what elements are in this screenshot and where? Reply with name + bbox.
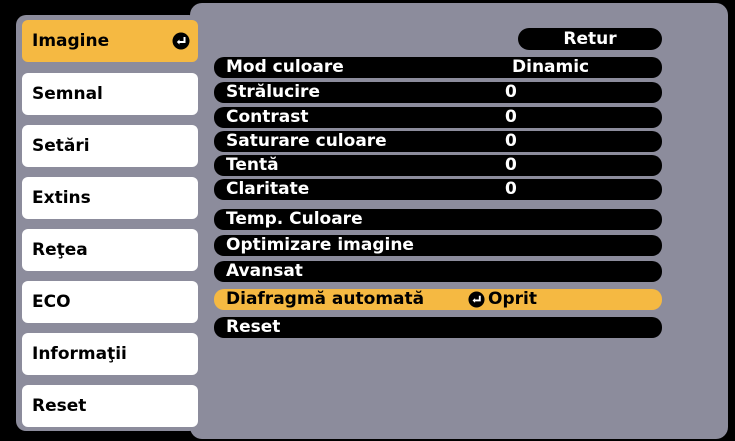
enter-icon xyxy=(468,291,485,308)
projector-menu-screen: Imagine Semnal Setări Extins Reţea ECO I… xyxy=(0,0,735,441)
sidebar-item-extins[interactable]: Extins xyxy=(22,177,198,219)
menu-row-value: 0 xyxy=(505,107,517,127)
sidebar-item-label: Extins xyxy=(32,188,91,208)
menu-row-label: Claritate xyxy=(226,179,310,199)
menu-row-mod-culoare[interactable]: Mod culoare Dinamic xyxy=(214,57,662,78)
menu-row-diafragma-automata[interactable]: Diafragmă automată Oprit xyxy=(214,289,662,310)
menu-row-label: Tentă xyxy=(226,155,279,175)
sidebar-item-label: Setări xyxy=(32,136,90,156)
menu-row-label: Reset xyxy=(226,317,281,337)
menu-row-saturare-culoare[interactable]: Saturare culoare 0 xyxy=(214,131,662,152)
menu-row-reset[interactable]: Reset xyxy=(214,317,662,338)
sidebar-item-imagine[interactable]: Imagine xyxy=(22,20,198,62)
back-button[interactable]: Retur xyxy=(518,28,662,50)
sidebar-item-informatii[interactable]: Informaţii xyxy=(22,333,198,375)
menu-row-claritate[interactable]: Claritate 0 xyxy=(214,179,662,200)
sidebar-item-label: Semnal xyxy=(32,84,103,104)
menu-row-value: 0 xyxy=(505,82,517,102)
menu-row-stralucire[interactable]: Strălucire 0 xyxy=(214,82,662,103)
menu-row-value: 0 xyxy=(505,179,517,199)
sidebar-item-label: Reţea xyxy=(32,240,88,260)
sidebar-item-label: Imagine xyxy=(32,31,110,51)
menu-row-label: Contrast xyxy=(226,107,309,127)
sidebar-item-reset[interactable]: Reset xyxy=(22,385,198,427)
menu-row-value: 0 xyxy=(505,155,517,175)
menu-row-label: Strălucire xyxy=(226,82,320,102)
sidebar-item-setari[interactable]: Setări xyxy=(22,125,198,167)
sidebar-item-semnal[interactable]: Semnal xyxy=(22,73,198,115)
menu-row-contrast[interactable]: Contrast 0 xyxy=(214,107,662,128)
sidebar-item-eco[interactable]: ECO xyxy=(22,281,198,323)
menu-row-value: Dinamic xyxy=(512,57,590,77)
enter-icon xyxy=(172,32,190,50)
menu-row-tenta[interactable]: Tentă 0 xyxy=(214,155,662,176)
menu-row-label: Saturare culoare xyxy=(226,131,387,151)
menu-row-temp-culoare[interactable]: Temp. Culoare xyxy=(214,209,662,230)
menu-row-value: 0 xyxy=(505,131,517,151)
menu-row-optimizare-imagine[interactable]: Optimizare imagine xyxy=(214,235,662,256)
menu-row-label: Diafragmă automată xyxy=(226,289,425,309)
sidebar-item-label: ECO xyxy=(32,292,71,312)
menu-row-label: Avansat xyxy=(226,261,303,281)
menu-row-value: Oprit xyxy=(488,289,537,309)
menu-row-label: Optimizare imagine xyxy=(226,235,414,255)
sidebar-item-label: Reset xyxy=(32,396,87,416)
menu-row-avansat[interactable]: Avansat xyxy=(214,261,662,282)
sidebar-item-label: Informaţii xyxy=(32,344,127,364)
menu-row-label: Temp. Culoare xyxy=(226,209,363,229)
menu-row-label: Mod culoare xyxy=(226,57,344,77)
sidebar-item-retea[interactable]: Reţea xyxy=(22,229,198,271)
